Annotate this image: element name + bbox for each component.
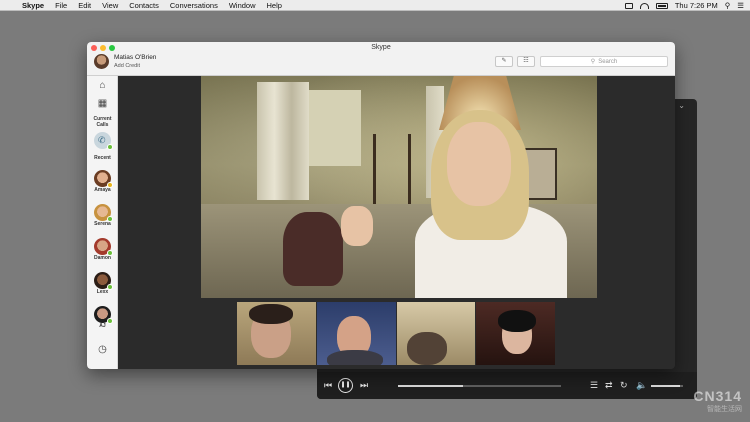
presence-indicator	[107, 216, 113, 222]
battery-icon[interactable]	[655, 2, 668, 9]
presence-indicator	[107, 250, 113, 256]
previous-track-icon[interactable]: ⏮	[324, 372, 332, 399]
menu-bar: Skype File Edit View Contacts Conversati…	[0, 0, 750, 11]
avatar	[94, 238, 113, 256]
avatar	[94, 306, 113, 324]
menu-contacts[interactable]: Contacts	[129, 1, 159, 10]
participant-thumbnails	[237, 302, 555, 365]
menu-file[interactable]: File	[55, 1, 67, 10]
current-calls-label: Current Calls	[93, 116, 112, 128]
contact-name: Amaya	[94, 187, 111, 193]
dialpad-icon: ☷	[523, 58, 529, 64]
avatar	[94, 170, 113, 188]
video-curtain	[257, 82, 309, 200]
sidebar-item-amaya[interactable]: Amaya	[87, 170, 118, 193]
sidebar-item-home[interactable]: ⌂	[87, 80, 118, 92]
presence-indicator	[107, 182, 113, 188]
playlist-icon[interactable]: ☰	[590, 372, 598, 399]
playback-progress-fill	[398, 385, 464, 387]
participant-thumbnail[interactable]	[316, 302, 396, 365]
sidebar-item-lexx[interactable]: Lexx	[87, 272, 118, 295]
menu-conversations[interactable]: Conversations	[170, 1, 218, 10]
add-credit-link[interactable]: Add Credit	[114, 63, 140, 69]
media-player-controls: ⏮ ❚❚ ⏭ ☰ ⇄ ↻ 🔈	[317, 372, 697, 399]
sidebar: ⌂ ▦ Current Calls ✆ Recent Amaya Serena …	[87, 76, 118, 369]
participant-headphones	[498, 310, 537, 332]
sidebar-current-calls-label: Current Calls	[87, 116, 118, 128]
title-bar: Skype Matias O'Brien Add Credit ✎ ☷ ⚲ Se…	[87, 42, 675, 76]
sidebar-item-serena[interactable]: Serena	[87, 204, 118, 227]
participant-thumbnail[interactable]	[396, 302, 476, 365]
volume-icon[interactable]: 🔈	[636, 372, 647, 399]
presence-indicator	[107, 318, 113, 324]
spotlight-icon[interactable]: ⚲	[725, 1, 731, 10]
pause-button[interactable]: ❚❚	[338, 378, 353, 393]
volume-slider[interactable]	[651, 385, 683, 387]
airplay-icon[interactable]	[624, 2, 633, 9]
contacts-book-icon: ▦	[97, 98, 108, 109]
sidebar-item-aj[interactable]: AJ	[87, 306, 118, 329]
participant-body	[406, 332, 447, 365]
window-title: Skype	[371, 44, 391, 51]
current-call-avatar: ✆	[94, 132, 113, 150]
clock-icon: ◷	[98, 344, 107, 355]
avatar	[94, 204, 113, 222]
search-placeholder: Search	[598, 58, 618, 65]
search-input[interactable]: ⚲ Search	[540, 56, 668, 67]
compose-icon: ✎	[501, 58, 507, 64]
sidebar-item-history[interactable]: ◷	[87, 344, 118, 356]
video-person	[283, 212, 343, 286]
watermark-brand: CN314	[693, 388, 742, 404]
participant-body	[326, 350, 383, 365]
menu-edit[interactable]: Edit	[78, 1, 91, 10]
search-icon: ⚲	[590, 59, 596, 65]
sidebar-item-damon[interactable]: Damon	[87, 238, 118, 261]
avatar	[94, 272, 113, 290]
playback-progress-bar[interactable]	[398, 385, 561, 387]
video-window	[309, 90, 361, 166]
volume-slider-fill	[651, 385, 680, 387]
contact-name: Lexx	[96, 289, 109, 295]
participant-thumbnail[interactable]	[476, 302, 555, 365]
presence-indicator	[107, 144, 113, 150]
sidebar-item-contacts[interactable]: ▦	[87, 98, 118, 110]
participant-hair	[249, 304, 293, 324]
watermark-sub: 智能生活网	[707, 406, 742, 413]
compose-button[interactable]: ✎	[495, 56, 513, 67]
participant-thumbnail[interactable]	[237, 302, 316, 365]
menu-window[interactable]: Window	[229, 1, 256, 10]
video-person-face	[447, 122, 511, 206]
contact-name: Serena	[94, 221, 111, 227]
sidebar-recent-label: Recent	[87, 155, 118, 161]
notification-center-icon[interactable]: ☰	[737, 1, 744, 10]
home-icon: ⌂	[99, 80, 106, 91]
sidebar-item-current-call[interactable]: ✆	[87, 132, 118, 150]
contact-name: AJ	[99, 323, 106, 329]
shuffle-icon[interactable]: ⇄	[605, 372, 613, 399]
repeat-icon[interactable]: ↻	[620, 372, 628, 399]
wifi-icon[interactable]	[639, 2, 649, 9]
next-track-icon[interactable]: ⏭	[360, 372, 368, 399]
chevron-down-icon[interactable]: ⌄	[678, 101, 685, 110]
dialpad-button[interactable]: ☷	[517, 56, 535, 67]
profile-name[interactable]: Matias O'Brien	[114, 54, 156, 61]
recent-label: Recent	[94, 155, 111, 161]
video-hand	[341, 206, 373, 246]
menu-view[interactable]: View	[102, 1, 118, 10]
menu-help[interactable]: Help	[267, 1, 282, 10]
main-video-feed[interactable]	[201, 76, 597, 298]
contact-name: Damon	[94, 255, 111, 261]
menu-clock[interactable]: Thu 7:26 PM	[675, 1, 718, 10]
skype-window: Skype Matias O'Brien Add Credit ✎ ☷ ⚲ Se…	[87, 42, 675, 369]
profile-avatar[interactable]	[94, 54, 109, 69]
menu-bar-status: Thu 7:26 PM ⚲ ☰	[624, 0, 744, 11]
menu-skype[interactable]: Skype	[22, 1, 44, 10]
presence-indicator	[107, 284, 113, 290]
phone-icon: ✆	[98, 135, 106, 145]
